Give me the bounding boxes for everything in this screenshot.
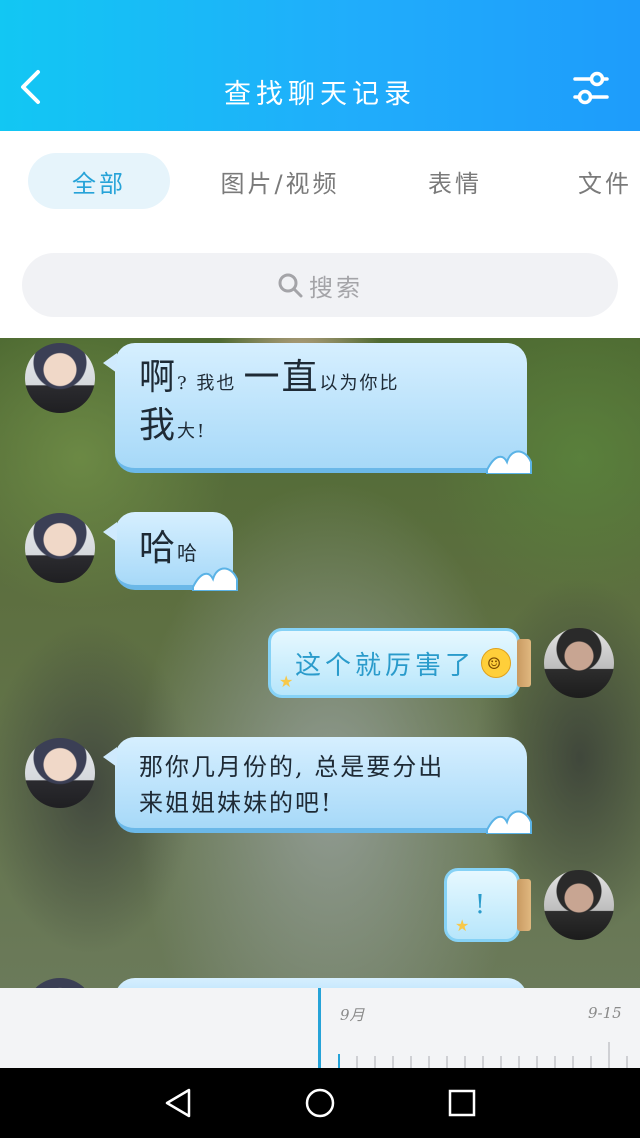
search-placeholder: 搜索 xyxy=(309,273,363,302)
star-decoration-icon: ★ xyxy=(455,916,470,935)
timeline-month-label: 9月 xyxy=(340,1006,365,1024)
timeline-date-label: 9-15 xyxy=(588,1004,622,1022)
message-text: 那你几月份的, 总是要分出 xyxy=(139,753,445,781)
message-text: 大! xyxy=(177,421,207,442)
page-title: 查找聊天记录 xyxy=(224,79,416,110)
message-text: 我 xyxy=(139,405,178,446)
laughing-tears-emoji-icon: ☺ xyxy=(481,648,512,678)
timeline-tick xyxy=(554,1056,556,1068)
timeline-tick xyxy=(626,1056,628,1068)
tab-all[interactable]: 全部 xyxy=(28,153,170,209)
message-text: 哈 xyxy=(139,528,178,569)
system-home-button[interactable] xyxy=(300,1084,340,1122)
chat-history-search-screen: 查找聊天记录 全部 图片/视频 表情 文件 搜索 啊? 我也 一直以为你比 我大… xyxy=(0,0,640,1138)
recents-square-icon xyxy=(448,1089,476,1117)
message-bubble[interactable]: 那你几月份的, 总是要分出 来姐姐妹妹的吧! xyxy=(103,737,532,834)
contact-avatar[interactable] xyxy=(25,343,95,413)
wave-decoration-icon xyxy=(486,450,532,474)
contact-avatar[interactable] xyxy=(25,738,95,808)
system-back-button[interactable] xyxy=(158,1084,198,1122)
date-timeline-scrubber[interactable]: 9月 9-15 xyxy=(0,988,640,1068)
my-avatar[interactable] xyxy=(544,628,614,698)
timeline-tick xyxy=(572,1056,574,1068)
timeline-tick xyxy=(356,1056,358,1068)
timeline-tick xyxy=(590,1056,592,1068)
message-text: 啊 xyxy=(139,357,178,398)
message-text: 以为你比 xyxy=(319,373,400,394)
system-navigation-bar xyxy=(0,1068,640,1138)
star-decoration-icon: ★ xyxy=(279,672,294,691)
timeline-cursor[interactable] xyxy=(318,988,321,1068)
message-bubble[interactable]: 哈哈 xyxy=(103,512,238,591)
home-circle-icon xyxy=(305,1088,335,1118)
message-bubble[interactable]: 这个就厉害了 ☺ ★ xyxy=(268,628,531,698)
message-text: 来姐姐妹妹的吧! xyxy=(139,789,333,817)
message-bubble[interactable]: ! ★ xyxy=(444,868,531,942)
jar-cork-decoration xyxy=(517,639,531,687)
wave-decoration-icon xyxy=(192,567,238,591)
message-text: ? 我也 xyxy=(177,373,237,394)
timeline-tick xyxy=(482,1056,484,1068)
timeline-tick xyxy=(446,1056,448,1068)
timeline-tick xyxy=(410,1056,412,1068)
timeline-tick xyxy=(374,1056,376,1068)
filter-button[interactable] xyxy=(568,66,614,110)
timeline-tick xyxy=(518,1056,520,1068)
message-text: 这个就厉害了 xyxy=(295,650,476,681)
message-text: ! xyxy=(474,890,490,920)
jar-cork-decoration xyxy=(517,879,531,931)
contact-avatar[interactable] xyxy=(25,978,95,988)
timeline-tick xyxy=(536,1056,538,1068)
my-avatar[interactable] xyxy=(544,870,614,940)
back-triangle-icon xyxy=(165,1088,191,1118)
timeline-tick xyxy=(500,1056,502,1068)
header-bar: 查找聊天记录 xyxy=(0,0,640,131)
message-bubble[interactable]: 啊? 我也 一直以为你比 我大! xyxy=(103,343,532,474)
search-area: 搜索 xyxy=(0,231,640,338)
timeline-tick xyxy=(428,1056,430,1068)
tab-images-videos[interactable]: 图片/视频 xyxy=(205,153,355,209)
message-bubble[interactable] xyxy=(115,978,527,988)
timeline-tick xyxy=(338,1054,340,1068)
contact-avatar[interactable] xyxy=(25,513,95,583)
timeline-tick xyxy=(608,1042,610,1068)
search-icon xyxy=(278,273,303,298)
sliders-icon xyxy=(573,71,609,105)
chat-message-list[interactable]: 啊? 我也 一直以为你比 我大! 哈哈 这个就厉害了 ☺ ★ 那你几月份的, 总… xyxy=(0,338,640,988)
timeline-tick xyxy=(464,1056,466,1068)
wave-decoration-icon xyxy=(486,810,532,834)
category-tabs: 全部 图片/视频 表情 文件 xyxy=(0,131,640,231)
tab-files[interactable]: 文件 xyxy=(560,153,640,209)
timeline-tick xyxy=(392,1056,394,1068)
search-input[interactable]: 搜索 xyxy=(22,253,618,317)
tab-stickers[interactable]: 表情 xyxy=(405,153,505,209)
message-text: 一直 xyxy=(243,357,320,398)
system-recents-button[interactable] xyxy=(442,1084,482,1122)
